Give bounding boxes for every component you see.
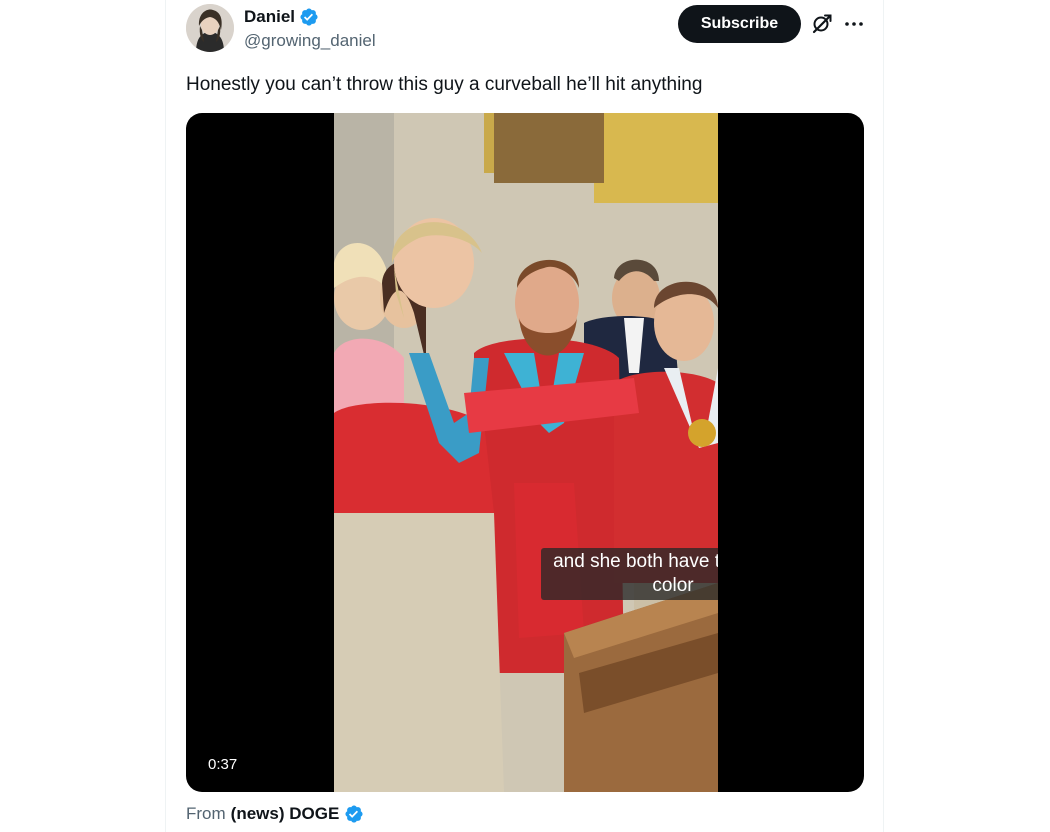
caption-line-2: color xyxy=(652,575,694,596)
video-duration: 0:37 xyxy=(202,754,244,776)
caption-line-1: and she both have the same xyxy=(553,551,718,572)
video-player[interactable]: and she both have the same color 0:37 xyxy=(186,113,864,792)
subscribe-button[interactable]: Subscribe xyxy=(678,5,801,43)
tweet-text: Honestly you can’t throw this guy a curv… xyxy=(186,74,703,95)
more-icon[interactable] xyxy=(842,12,866,36)
author-display-name[interactable]: Daniel xyxy=(244,6,295,28)
author-handle[interactable]: @growing_daniel xyxy=(244,30,376,52)
video-still-image xyxy=(334,113,718,792)
avatar-image xyxy=(186,4,234,52)
video-frame[interactable]: and she both have the same color xyxy=(334,113,718,792)
source-attribution: From (news) DOGE xyxy=(186,803,364,825)
source-account-link[interactable]: (news) DOGE xyxy=(231,803,340,825)
verified-badge-icon[interactable] xyxy=(299,7,319,27)
page: Daniel @growing_daniel Subscribe Honestl… xyxy=(0,0,1050,832)
verified-badge-icon[interactable] xyxy=(344,804,364,824)
author-name-row: Daniel xyxy=(244,6,319,28)
video-caption: and she both have the same color xyxy=(541,548,718,600)
source-prefix: From xyxy=(186,804,226,823)
tweet-card: Daniel @growing_daniel Subscribe Honestl… xyxy=(165,0,884,832)
grok-icon[interactable] xyxy=(810,12,834,36)
avatar[interactable] xyxy=(186,4,234,52)
